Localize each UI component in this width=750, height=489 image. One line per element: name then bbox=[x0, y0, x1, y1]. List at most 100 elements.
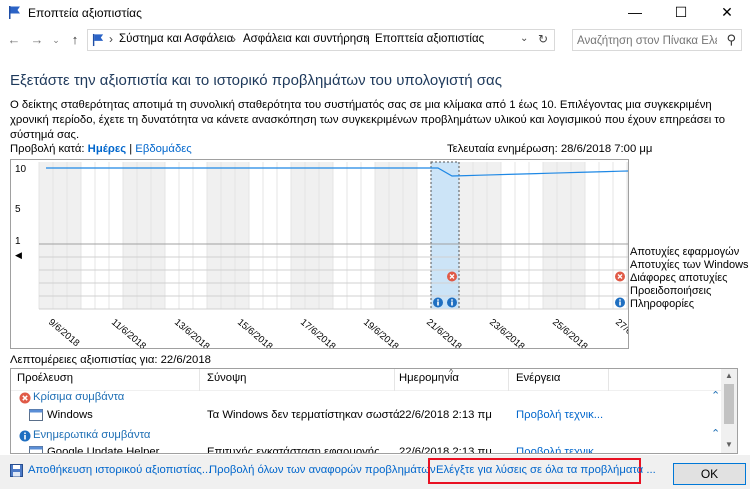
window-title: Εποπτεία αξιοπιστίας bbox=[28, 6, 142, 20]
reliability-chart[interactable]: 10 5 1 ◀ 9/6/2018 11/6/2018 13/6/2018 15/6/2018… bbox=[10, 159, 726, 352]
search-icon[interactable]: ⚲ bbox=[726, 32, 736, 48]
maximize-button[interactable]: ☐ bbox=[658, 0, 704, 26]
table-header bbox=[11, 369, 737, 391]
chevron-right-icon: › bbox=[232, 32, 236, 46]
page-title: Εξετάστε την αξιοπιστία και το ιστορικό … bbox=[10, 72, 502, 89]
scroll-left-arrow-icon[interactable]: ◀ bbox=[15, 251, 22, 261]
column-summary[interactable]: Σύνοψη bbox=[207, 372, 246, 384]
address-row: ← → ⌄ ↑ › Σύστημα και Ασφάλεια › Ασφάλει… bbox=[0, 28, 750, 52]
column-action[interactable]: Ενέργεια bbox=[516, 372, 560, 384]
breadcrumb-security-maintenance[interactable]: Ασφάλεια και συντήρηση bbox=[243, 33, 370, 45]
details-label: Λεπτομέρειες αξιοπιστίας για: 22/6/2018 bbox=[10, 354, 211, 366]
scroll-down-arrow-icon[interactable]: ▼ bbox=[725, 440, 733, 449]
date-label: 27/6/2018 bbox=[613, 317, 628, 348]
column-divider[interactable] bbox=[394, 369, 395, 391]
day-band bbox=[123, 162, 137, 309]
check-solutions-link[interactable]: Ελέγξτε για λύσεις σε όλα τα προβλήματα … bbox=[436, 464, 656, 476]
day-band bbox=[235, 162, 249, 309]
up-arrow-icon[interactable]: ↑ bbox=[66, 30, 84, 50]
breadcrumb-reliability-monitor[interactable]: Εποπτεία αξιοπιστίας bbox=[375, 33, 484, 45]
collapse-chevron-icon[interactable]: ⌃ bbox=[711, 389, 720, 402]
forward-arrow-icon[interactable]: → bbox=[28, 30, 46, 50]
search-input[interactable] bbox=[577, 33, 717, 48]
date-label: 11/6/2018 bbox=[109, 317, 148, 348]
y-tick-label: 5 bbox=[15, 204, 21, 215]
chevron-right-icon: › bbox=[365, 32, 369, 46]
column-divider[interactable] bbox=[508, 369, 509, 391]
row-summary: Επιτυχής εγκατάσταση εφαρμογής bbox=[207, 446, 380, 454]
refresh-icon[interactable]: ↻ bbox=[538, 32, 548, 46]
date-label: 9/6/2018 bbox=[46, 317, 81, 348]
view-technical-details-link[interactable]: Προβολή τεχνικ... bbox=[516, 409, 603, 421]
view-weeks-link[interactable]: Εβδομάδες bbox=[135, 143, 191, 155]
column-divider[interactable] bbox=[608, 369, 609, 391]
view-separator: | bbox=[129, 143, 133, 155]
chart-svg[interactable]: 10 5 1 ◀ 9/6/2018 11/6/2018 13/6/2018 15/6/2018… bbox=[11, 160, 726, 352]
day-band bbox=[221, 162, 235, 309]
group-critical-events[interactable]: Κρίσιμα συμβάντα bbox=[33, 391, 124, 403]
scroll-up-arrow-icon[interactable]: ▲ bbox=[725, 371, 733, 380]
collapse-chevron-icon[interactable]: ⌃ bbox=[711, 427, 720, 440]
row-summary: Τα Windows δεν τερματίστηκαν σωστά bbox=[207, 409, 400, 421]
day-band bbox=[571, 162, 585, 309]
info-event-icon[interactable] bbox=[433, 297, 443, 308]
critical-event-icon[interactable] bbox=[447, 271, 457, 282]
minimize-button[interactable]: — bbox=[612, 0, 658, 26]
chevron-right-icon: › bbox=[109, 32, 113, 46]
day-band bbox=[305, 162, 319, 309]
details-table[interactable]: Προέλευση Σύνοψη ^ Ημερομηνία Ενέργεια Κ… bbox=[10, 368, 738, 454]
ok-button[interactable]: OK bbox=[673, 463, 746, 485]
row-source: Google Update Helper bbox=[47, 446, 160, 454]
close-button[interactable]: ✕ bbox=[704, 0, 750, 26]
view-technical-details-link[interactable]: Προβολή τεχνικ... bbox=[516, 446, 603, 453]
address-bar[interactable]: › Σύστημα και Ασφάλεια › Ασφάλεια και συ… bbox=[87, 29, 555, 51]
day-band bbox=[319, 162, 333, 309]
date-label: 15/6/2018 bbox=[235, 317, 274, 348]
day-band bbox=[389, 162, 403, 309]
critical-icon bbox=[19, 392, 31, 407]
day-band bbox=[459, 162, 473, 309]
day-band bbox=[151, 162, 165, 309]
date-label: 25/6/2018 bbox=[550, 317, 589, 348]
column-source[interactable]: Προέλευση bbox=[17, 372, 73, 384]
date-label: 19/6/2018 bbox=[361, 317, 400, 348]
window-app-icon bbox=[29, 446, 43, 453]
legend-misc-failures: Διάφορες αποτυχίες bbox=[630, 272, 728, 284]
chevron-down-icon[interactable]: ⌄ bbox=[520, 33, 528, 44]
view-all-reports-link[interactable]: Προβολή όλων των αναφορών προβλημάτων bbox=[209, 464, 436, 476]
group-informational-events[interactable]: Ενημερωτικά συμβάντα bbox=[33, 429, 150, 441]
view-days-link[interactable]: Ημέρες bbox=[88, 143, 126, 155]
back-arrow-icon[interactable]: ← bbox=[5, 30, 23, 50]
date-label: 13/6/2018 bbox=[172, 317, 211, 348]
day-band bbox=[473, 162, 487, 309]
legend-information: Πληροφορίες bbox=[630, 298, 695, 310]
title-bar: Εποπτεία αξιοπιστίας — ☐ ✕ bbox=[0, 0, 750, 26]
scrollbar-thumb[interactable] bbox=[724, 384, 734, 424]
day-band bbox=[543, 162, 557, 309]
save-icon bbox=[10, 464, 23, 480]
column-divider[interactable] bbox=[199, 369, 200, 391]
info-event-icon[interactable] bbox=[615, 297, 625, 308]
column-date[interactable]: Ημερομηνία bbox=[399, 372, 459, 384]
dropdown-chevron-icon[interactable]: ⌄ bbox=[47, 30, 65, 50]
page-description: Ο δείκτης σταθερότητας αποτιμά τη συνολι… bbox=[10, 99, 726, 141]
day-band bbox=[67, 162, 81, 309]
legend-app-failures: Αποτυχίες εφαρμογών bbox=[630, 246, 740, 258]
row-source: Windows bbox=[47, 409, 93, 421]
search-box[interactable]: ⚲ bbox=[572, 29, 742, 51]
date-label: 21/6/2018 bbox=[424, 317, 463, 348]
day-band bbox=[403, 162, 417, 309]
vertical-scrollbar[interactable]: ▲ ▼ bbox=[721, 369, 737, 453]
view-by-row: Προβολή κατά: Ημέρες | Εβδομάδες bbox=[10, 143, 192, 155]
day-band bbox=[39, 162, 53, 309]
legend-windows-failures: Αποτυχίες των Windows bbox=[630, 259, 749, 271]
selected-day-column[interactable] bbox=[430, 161, 460, 310]
window-app-icon bbox=[29, 409, 43, 424]
y-tick-label: 1 bbox=[15, 236, 21, 247]
info-event-icon[interactable] bbox=[447, 297, 457, 308]
save-history-link[interactable]: Αποθήκευση ιστορικού αξιοπιστίας... bbox=[28, 464, 211, 476]
y-tick-label: 10 bbox=[15, 164, 27, 175]
critical-event-icon[interactable] bbox=[615, 271, 625, 282]
breadcrumb-system-security[interactable]: Σύστημα και Ασφάλεια bbox=[119, 33, 233, 45]
date-label: 17/6/2018 bbox=[298, 317, 337, 348]
